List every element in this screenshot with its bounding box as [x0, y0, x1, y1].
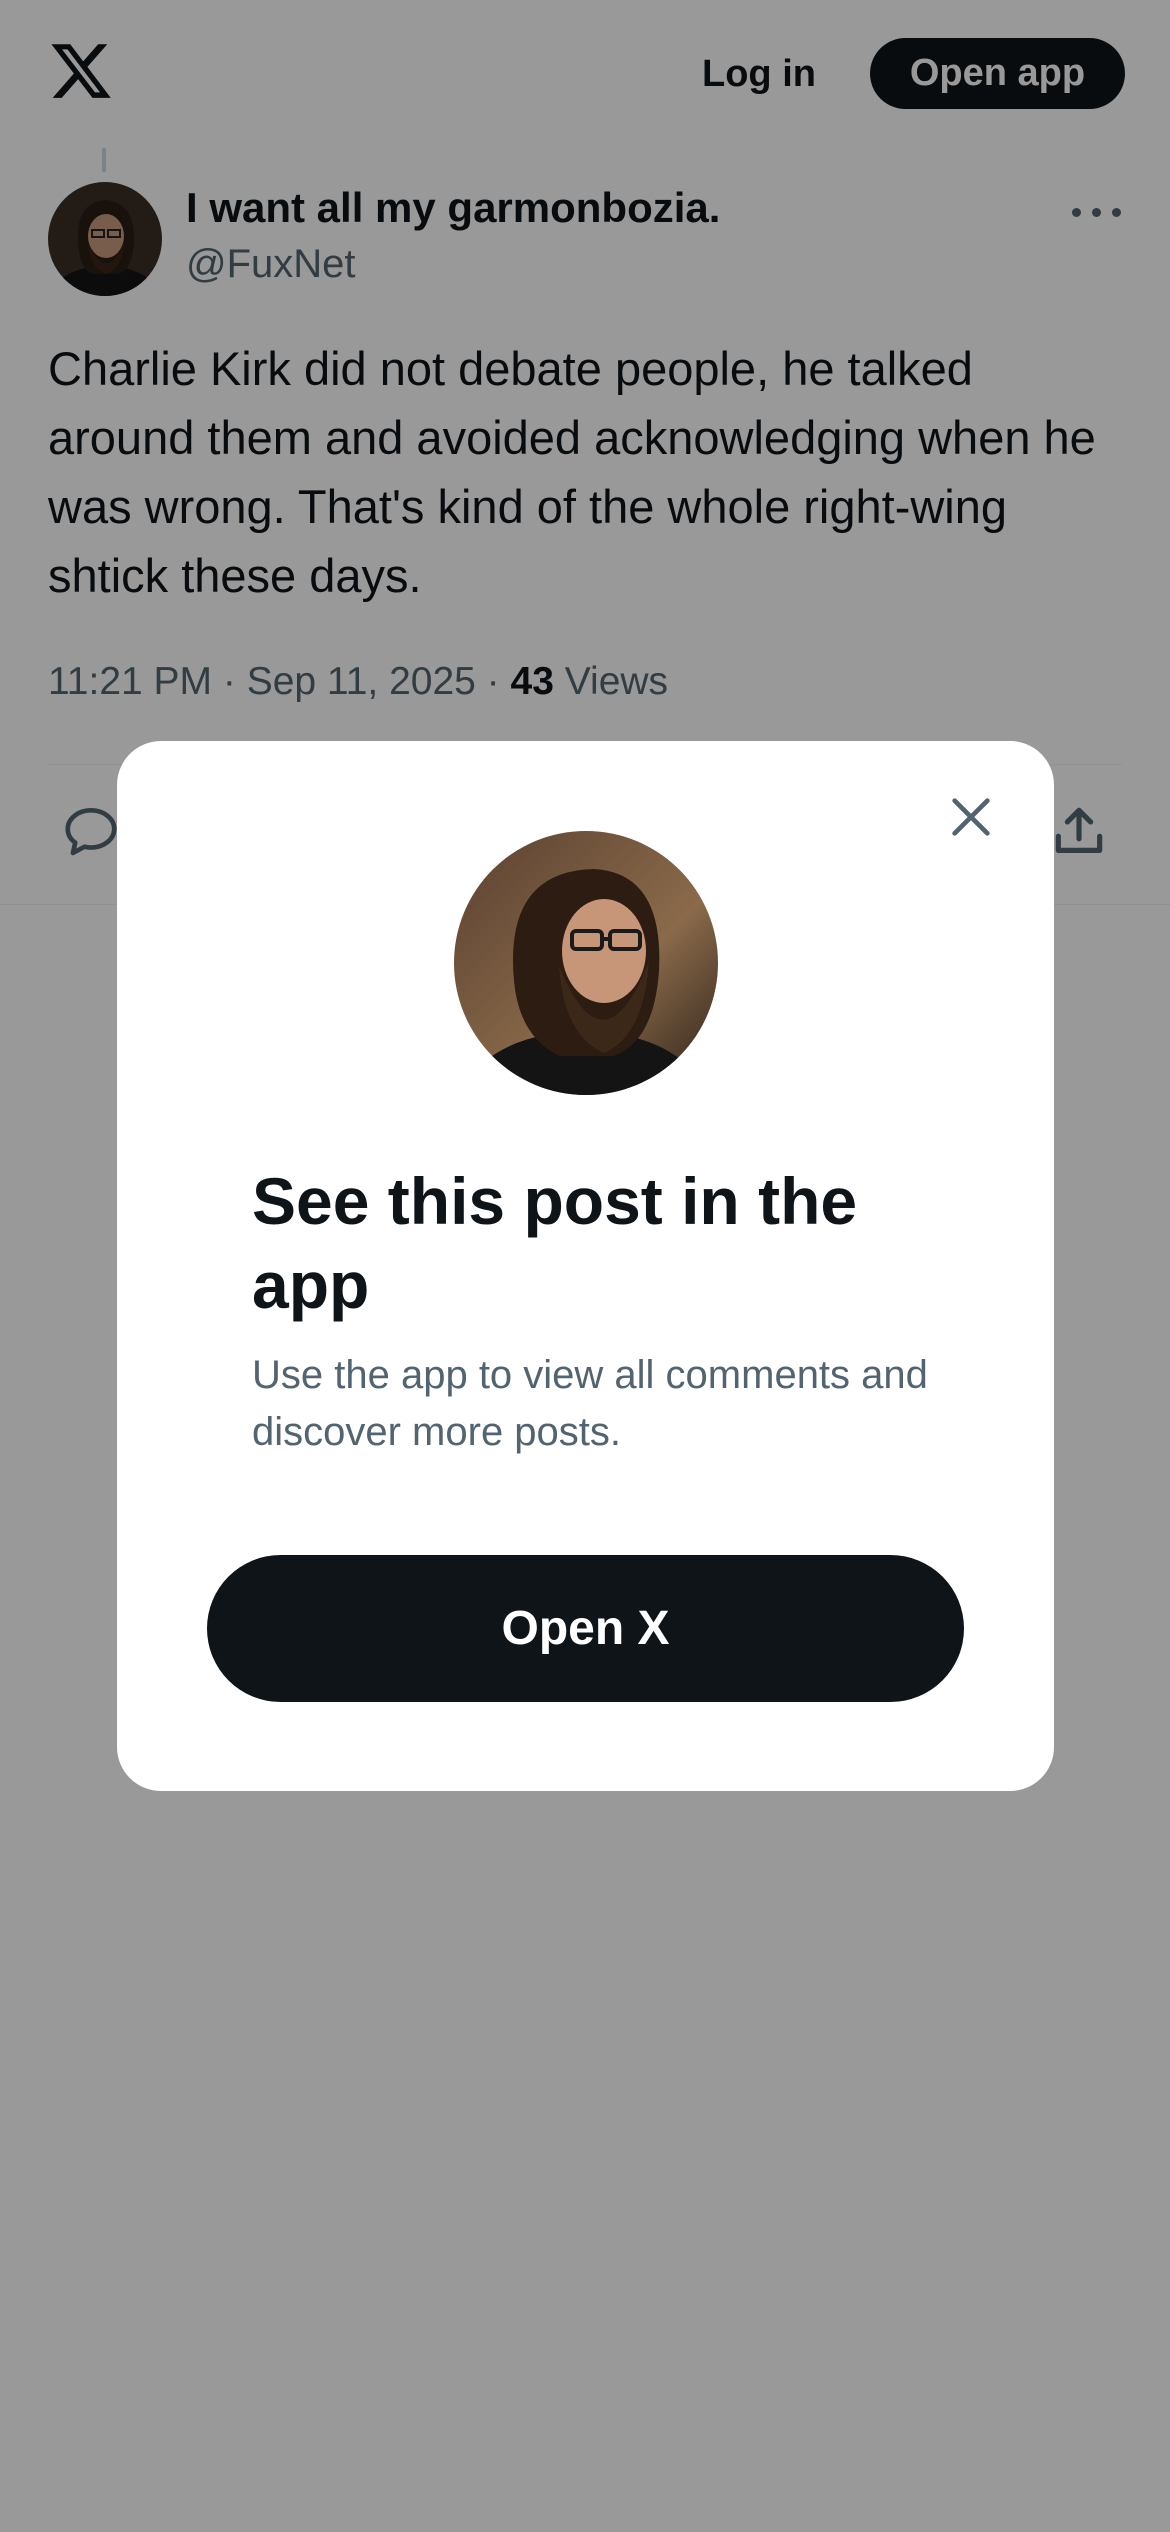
modal-subtitle: Use the app to view all comments and dis… — [252, 1353, 928, 1454]
open-in-app-modal: See this post in the app Use the app to … — [117, 741, 1054, 1791]
close-icon[interactable] — [943, 789, 999, 845]
modal-title: See this post in the app — [252, 1164, 858, 1322]
author-avatar — [454, 831, 718, 1095]
page: Log in Open app I want all my garmonbozi… — [0, 0, 1170, 2532]
open-x-button[interactable]: Open X — [207, 1555, 964, 1702]
